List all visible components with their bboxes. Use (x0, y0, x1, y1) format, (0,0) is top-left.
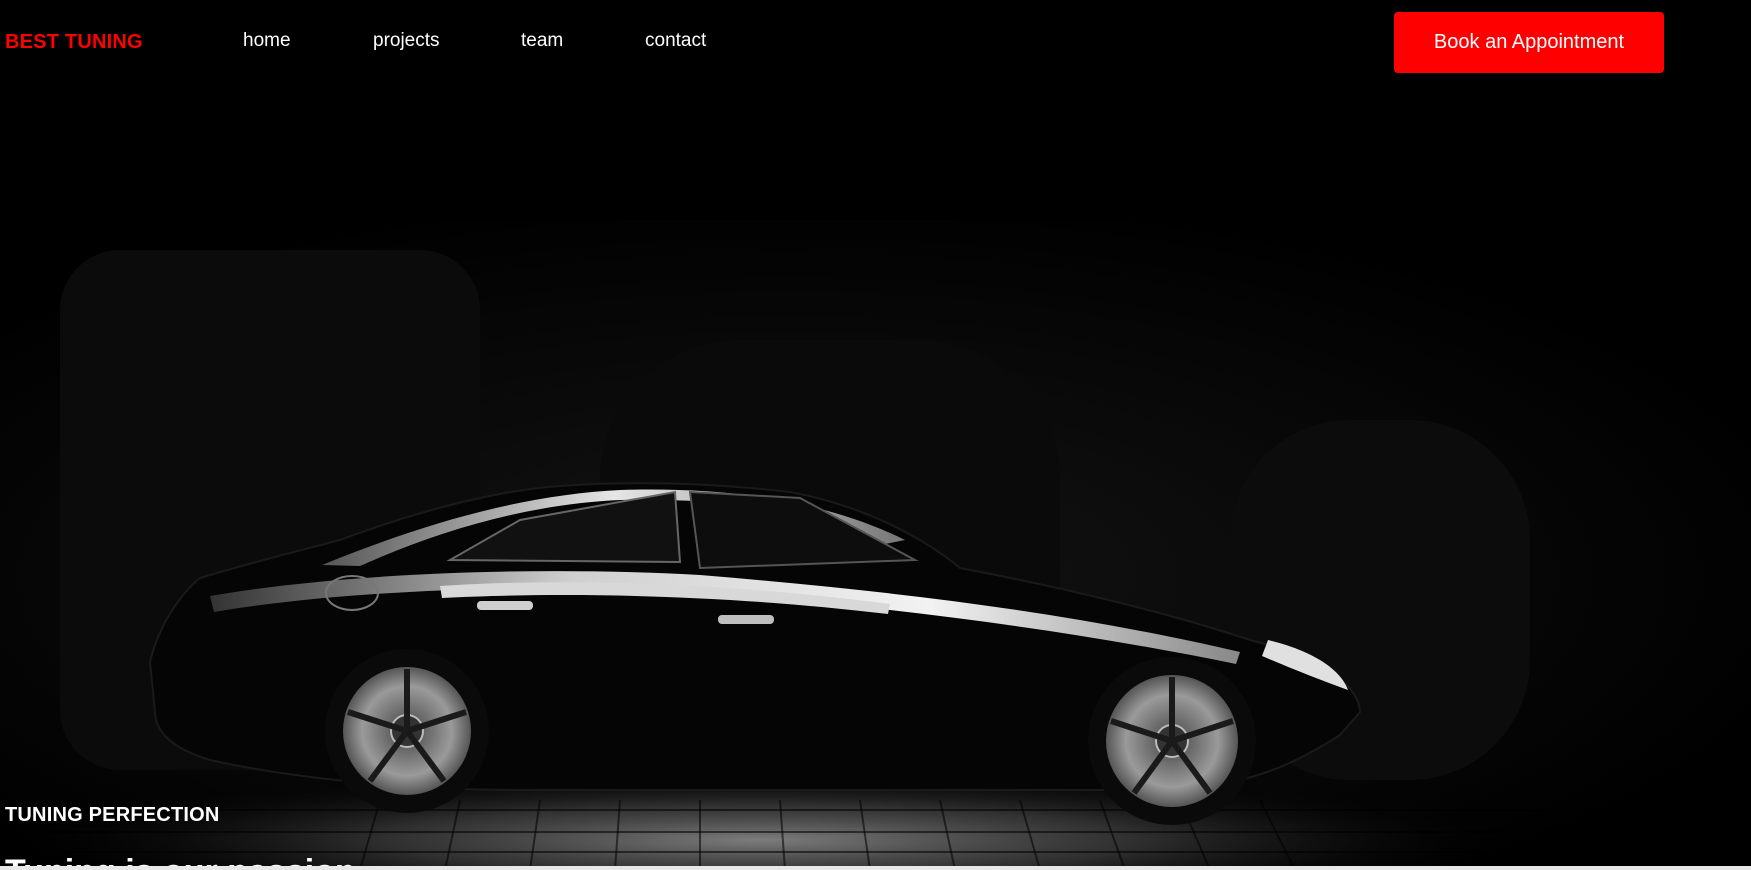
brand-logo[interactable]: BEST TUNING (5, 31, 143, 54)
nav-home[interactable]: home (243, 30, 291, 52)
nav-projects[interactable]: projects (373, 30, 440, 52)
viewport-bottom-edge (0, 866, 1751, 870)
page: BEST TUNING home projects team contact B… (0, 0, 1751, 870)
hero-car-image (0, 220, 1751, 870)
book-appointment-button[interactable]: Book an Appointment (1394, 12, 1664, 73)
nav-team[interactable]: team (521, 30, 563, 52)
nav-contact[interactable]: contact (645, 30, 706, 52)
hero-tagline: TUNING PERFECTION (5, 804, 220, 826)
